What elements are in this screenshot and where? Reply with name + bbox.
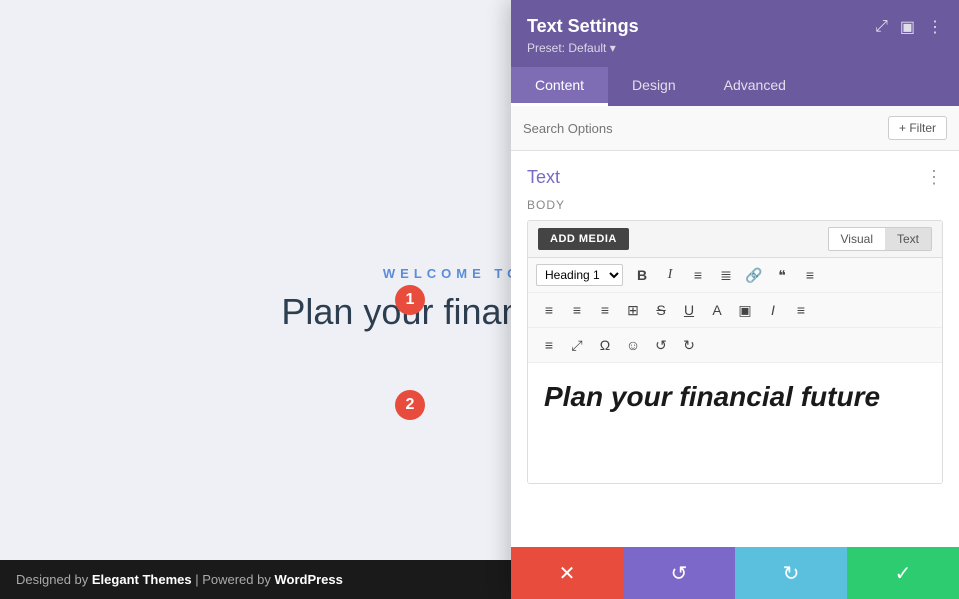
panel-header: Text Settings ⤢ ▣ ⋮ Preset: Default — [511, 0, 959, 67]
section-menu-icon[interactable]: ⋮ — [925, 167, 943, 188]
tab-design[interactable]: Design — [608, 67, 700, 106]
tab-content[interactable]: Content — [511, 67, 608, 106]
panel-title: Text Settings — [527, 16, 639, 37]
fullscreen-button[interactable]: ⤢ — [564, 332, 590, 358]
visual-button[interactable]: Visual — [829, 228, 885, 250]
panel-header-icons: ⤢ ▣ ⋮ — [875, 17, 943, 37]
search-bar: + Filter — [511, 106, 959, 151]
special-char-button[interactable]: Ω — [592, 332, 618, 358]
blockquote-button[interactable]: ❝ — [769, 262, 795, 288]
more-icon[interactable]: ⋮ — [927, 17, 943, 37]
step-badge-1: 1 — [395, 285, 425, 315]
view-toggle: Visual Text — [828, 227, 932, 251]
search-input[interactable] — [523, 121, 880, 136]
panel-content: Text ⋮ Body ADD MEDIA Visual Text Headin… — [511, 151, 959, 547]
align-left-button[interactable]: ≡ — [536, 297, 562, 323]
step-badge-2: 2 — [395, 390, 425, 420]
bold-button[interactable]: B — [629, 262, 655, 288]
toolbar-row-1: Heading 1Heading 2Heading 3Paragraph B I… — [528, 258, 942, 293]
filter-button[interactable]: + Filter — [888, 116, 947, 140]
editor-body[interactable]: Plan your financial future — [528, 363, 942, 483]
unordered-list-button[interactable]: ≡ — [685, 262, 711, 288]
panel-header-top: Text Settings ⤢ ▣ ⋮ — [527, 16, 943, 37]
toolbar-row-2: ≡ ≡ ≡ ⊞ S U A ▣ I ≡ — [528, 293, 942, 328]
save-button[interactable]: ✓ — [847, 547, 959, 599]
editor-area: ADD MEDIA Visual Text Heading 1Heading 2… — [527, 220, 943, 484]
align-right-button[interactable]: ≡ — [592, 297, 618, 323]
redo-toolbar-button[interactable]: ↻ — [676, 332, 702, 358]
link-button[interactable]: 🔗 — [741, 262, 767, 288]
paste-button[interactable]: ▣ — [732, 297, 758, 323]
section-header: Text ⋮ — [527, 167, 943, 188]
align-center-button[interactable]: ≡ — [564, 297, 590, 323]
editor-content: Plan your financial future — [544, 379, 926, 415]
footer-brand2: WordPress — [274, 572, 342, 587]
font-italic2-button[interactable]: I — [760, 297, 786, 323]
add-media-button[interactable]: ADD MEDIA — [538, 228, 629, 250]
italic-button[interactable]: I — [657, 262, 683, 288]
align-button[interactable]: ≡ — [797, 262, 823, 288]
outdent-button[interactable]: ≡ — [536, 332, 562, 358]
panel-footer: ✕ ↺ ↻ ✓ — [511, 547, 959, 599]
panel-preset[interactable]: Preset: Default — [527, 41, 943, 55]
underline-button[interactable]: U — [676, 297, 702, 323]
footer-separator: | Powered by — [192, 572, 275, 587]
tab-advanced[interactable]: Advanced — [700, 67, 810, 106]
undo-toolbar-button[interactable]: ↺ — [648, 332, 674, 358]
text-settings-panel: Text Settings ⤢ ▣ ⋮ Preset: Default Cont… — [511, 0, 959, 599]
ordered-list-button[interactable]: ≣ — [713, 262, 739, 288]
table-button[interactable]: ⊞ — [620, 297, 646, 323]
emoji-button[interactable]: ☺ — [620, 332, 646, 358]
font-color-button[interactable]: A — [704, 297, 730, 323]
indent-button[interactable]: ≡ — [788, 297, 814, 323]
resize-icon[interactable]: ⤢ — [875, 18, 888, 36]
undo-button[interactable]: ↺ — [623, 547, 735, 599]
toolbar-row-3: ≡ ⤢ Ω ☺ ↺ ↻ — [528, 328, 942, 363]
redo-button[interactable]: ↻ — [735, 547, 847, 599]
footer-text: Designed by — [16, 572, 92, 587]
cancel-button[interactable]: ✕ — [511, 547, 623, 599]
body-label: Body — [527, 198, 943, 212]
footer-brand1: Elegant Themes — [92, 572, 192, 587]
heading-select[interactable]: Heading 1Heading 2Heading 3Paragraph — [536, 264, 623, 286]
panel-tabs: Content Design Advanced — [511, 67, 959, 106]
strikethrough-button[interactable]: S — [648, 297, 674, 323]
editor-topbar: ADD MEDIA Visual Text — [528, 221, 942, 258]
section-title: Text — [527, 167, 560, 188]
text-button[interactable]: Text — [885, 228, 931, 250]
layout-icon[interactable]: ▣ — [900, 17, 915, 37]
